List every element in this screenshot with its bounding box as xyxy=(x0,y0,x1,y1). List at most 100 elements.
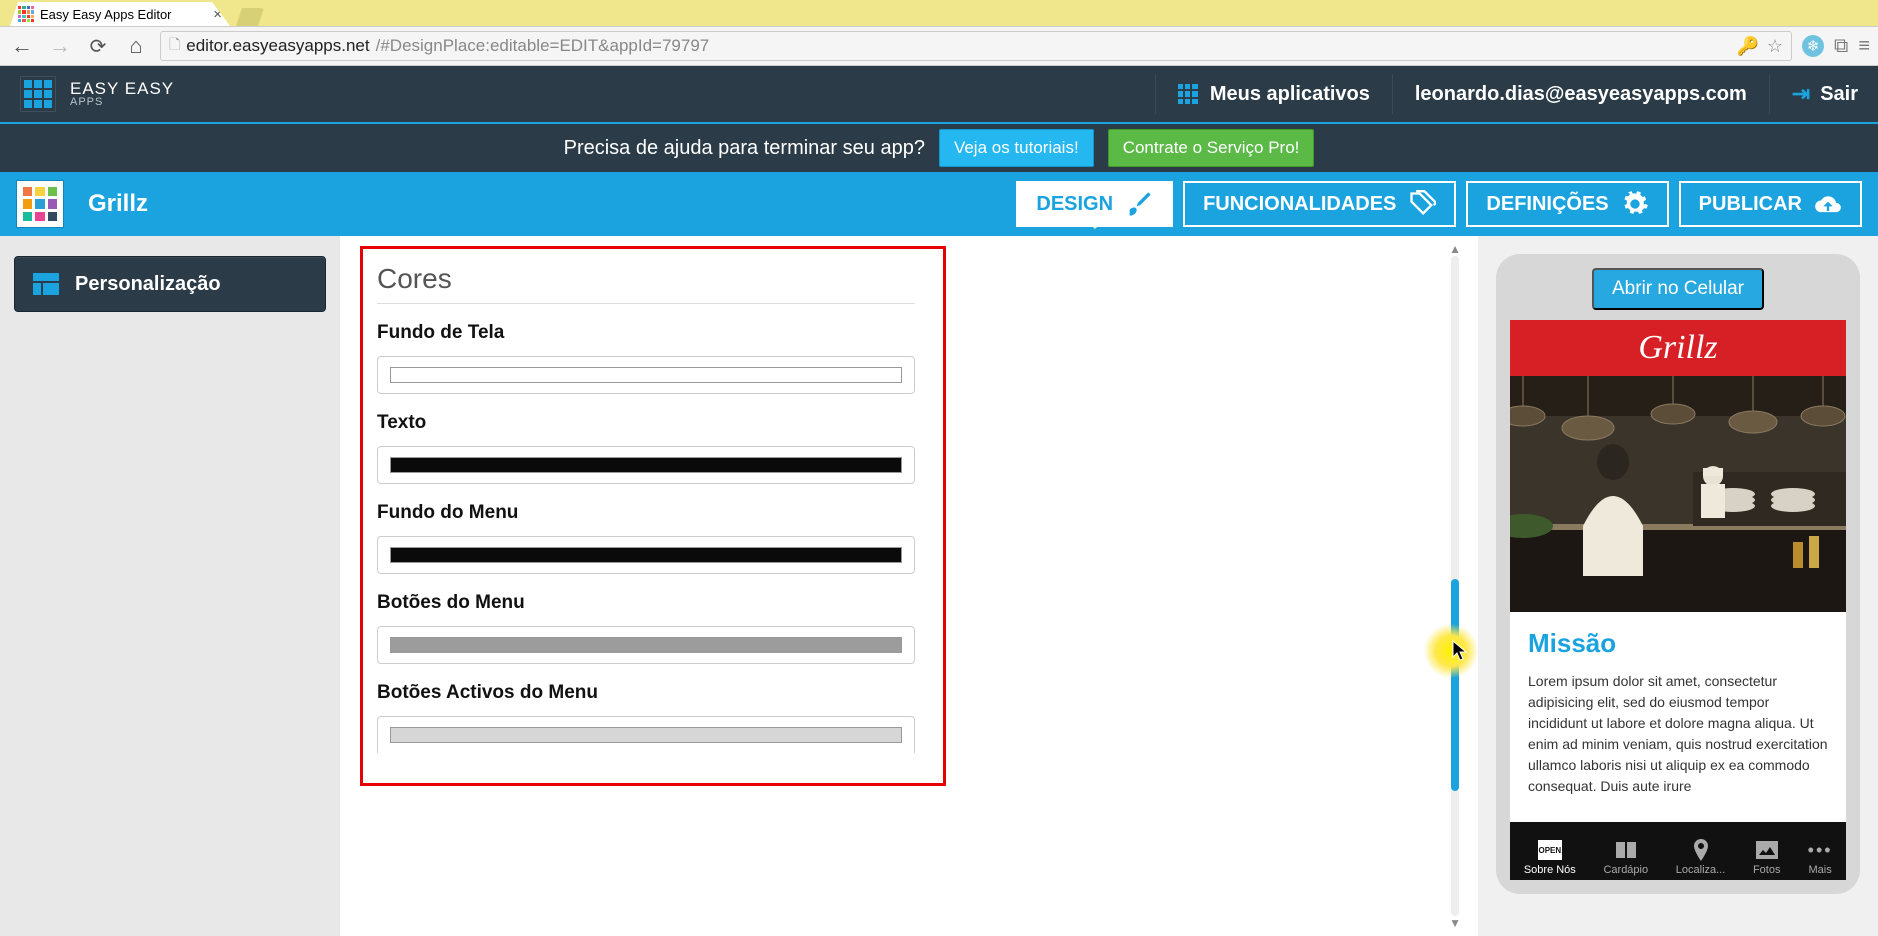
open-in-mobile-button[interactable]: Abrir no Celular xyxy=(1592,268,1764,310)
field-menu-btn-active: Botões Activos do Menu xyxy=(377,682,915,753)
preview-heading: Missão xyxy=(1528,628,1828,659)
logout-label: Sair xyxy=(1820,83,1858,106)
preview-brand-text: Grillz xyxy=(1638,329,1717,367)
preview-tab-about[interactable]: OPEN Sobre Nós xyxy=(1524,838,1576,876)
logo-text: EASY EASY APPS xyxy=(70,80,174,108)
sidebar-item-personalization[interactable]: Personalização xyxy=(14,256,326,312)
close-tab-icon[interactable]: × xyxy=(213,6,222,23)
phone-frame: Abrir no Celular Grillz xyxy=(1496,254,1860,894)
color-picker-bg[interactable] xyxy=(377,356,915,394)
pin-icon xyxy=(1689,838,1713,862)
preview-tab-menu[interactable]: Cardápio xyxy=(1603,838,1648,876)
scroll-thumb[interactable] xyxy=(1451,579,1459,790)
page-icon: 🗋 xyxy=(169,34,180,58)
app-header: EASY EASY APPS Meus aplicativos leonardo… xyxy=(0,66,1878,122)
preview-tab-location[interactable]: Localiza... xyxy=(1676,838,1726,876)
color-picker-menu-bg[interactable] xyxy=(377,536,915,574)
logout-link[interactable]: ⇥ Sair xyxy=(1792,81,1858,107)
apps-grid-icon xyxy=(1178,84,1198,104)
forward-icon: → xyxy=(46,33,74,59)
field-bg: Fundo de Tela xyxy=(377,322,915,394)
main-panel: Cores Fundo de Tela Texto Fundo do Menu … xyxy=(340,236,1478,936)
color-swatch xyxy=(390,547,902,563)
color-swatch xyxy=(390,637,902,653)
gear-icon xyxy=(1621,190,1649,218)
tab-publish[interactable]: PUBLICAR xyxy=(1679,181,1862,227)
tab-design[interactable]: DESIGN xyxy=(1016,181,1173,227)
field-label: Texto xyxy=(377,412,915,434)
tab-features[interactable]: FUNCIONALIDADES xyxy=(1183,181,1456,227)
tab-design-label: DESIGN xyxy=(1036,193,1113,216)
extension-icon[interactable]: ❄ xyxy=(1802,35,1824,57)
brush-icon xyxy=(1125,190,1153,218)
field-text: Texto xyxy=(377,412,915,484)
preview-brand-bar: Grillz xyxy=(1510,320,1846,376)
sidebar: Personalização xyxy=(0,236,340,936)
nav-indicator-icon xyxy=(1548,815,1562,829)
scrollbar[interactable]: ▲ ▼ xyxy=(1450,242,1460,930)
browser-tab-title: Easy Easy Apps Editor xyxy=(40,7,172,22)
preview-tab-more[interactable]: ••• Mais xyxy=(1808,838,1832,876)
section-nav: Grillz DESIGN FUNCIONALIDADES DEFINIÇÕES… xyxy=(0,172,1878,236)
preview-column: Abrir no Celular Grillz xyxy=(1478,236,1878,936)
preview-bottom-nav: OPEN Sobre Nós Cardápio Localiza... xyxy=(1510,822,1846,880)
color-swatch xyxy=(390,727,902,743)
section-title: Cores xyxy=(377,263,915,304)
cloud-upload-icon xyxy=(1814,190,1842,218)
field-menu-bg: Fundo do Menu xyxy=(377,502,915,574)
panel-icon[interactable]: ⧉ xyxy=(1834,35,1848,58)
browser-tab-strip: Easy Easy Apps Editor × xyxy=(0,0,1878,26)
tab-settings[interactable]: DEFINIÇÕES xyxy=(1466,181,1668,227)
scroll-down-icon[interactable]: ▼ xyxy=(1449,916,1461,930)
body: Personalização Cores Fundo de Tela Texto… xyxy=(0,236,1878,936)
bookmark-icon[interactable]: ☆ xyxy=(1767,36,1783,57)
scroll-rail[interactable] xyxy=(1451,256,1459,916)
key-icon[interactable]: 🔑 xyxy=(1736,36,1758,57)
sidebar-item-label: Personalização xyxy=(75,273,221,296)
phone-screen: Grillz xyxy=(1510,320,1846,880)
browser-tab[interactable]: Easy Easy Apps Editor × xyxy=(10,2,230,26)
app-name: Grillz xyxy=(88,190,148,218)
favicon-icon xyxy=(18,6,34,22)
field-label: Fundo do Menu xyxy=(377,502,915,524)
user-email[interactable]: leonardo.dias@easyeasyapps.com xyxy=(1415,83,1747,106)
tutorials-button[interactable]: Veja os tutoriais! xyxy=(939,129,1094,167)
back-icon[interactable]: ← xyxy=(8,33,36,59)
image-icon xyxy=(1755,838,1779,862)
more-icon: ••• xyxy=(1808,838,1832,862)
preview-tab-label: Cardápio xyxy=(1603,864,1648,876)
logo-icon xyxy=(20,76,56,112)
url-hash: /#DesignPlace:editable=EDIT&appId=79797 xyxy=(376,36,710,56)
address-bar[interactable]: 🗋 editor.easyeasyapps.net/#DesignPlace:e… xyxy=(160,31,1792,61)
layout-icon xyxy=(33,273,59,295)
field-label: Botões Activos do Menu xyxy=(377,682,915,704)
reload-icon[interactable]: ⟳ xyxy=(84,34,112,59)
color-picker-menu-btn[interactable] xyxy=(377,626,915,664)
home-icon[interactable]: ⌂ xyxy=(122,33,150,59)
highlight-box: Cores Fundo de Tela Texto Fundo do Menu … xyxy=(360,246,946,786)
preview-tab-photos[interactable]: Fotos xyxy=(1753,838,1781,876)
my-apps-link[interactable]: Meus aplicativos xyxy=(1178,83,1370,106)
pro-service-button[interactable]: Contrate o Serviço Pro! xyxy=(1108,129,1315,167)
menu-icon[interactable]: ≡ xyxy=(1858,35,1870,58)
browser-toolbar: ← → ⟳ ⌂ 🗋 editor.easyeasyapps.net/#Desig… xyxy=(0,26,1878,66)
preview-content: Missão Lorem ipsum dolor sit amet, conse… xyxy=(1510,612,1846,822)
my-apps-label: Meus aplicativos xyxy=(1210,83,1370,106)
preview-hero-image xyxy=(1510,376,1846,612)
book-icon xyxy=(1614,838,1638,862)
color-picker-text[interactable] xyxy=(377,446,915,484)
field-label: Botões do Menu xyxy=(377,592,915,614)
field-menu-btn: Botões do Menu xyxy=(377,592,915,664)
preview-body-text: Lorem ipsum dolor sit amet, consectetur … xyxy=(1528,671,1828,797)
tab-publish-label: PUBLICAR xyxy=(1699,193,1802,216)
help-question: Precisa de ajuda para terminar seu app? xyxy=(564,137,925,160)
help-banner: Precisa de ajuda para terminar seu app? … xyxy=(0,122,1878,172)
preview-tab-label: Sobre Nós xyxy=(1524,864,1576,876)
color-picker-menu-btn-active[interactable] xyxy=(377,716,915,753)
field-label: Fundo de Tela xyxy=(377,322,915,344)
scroll-up-icon[interactable]: ▲ xyxy=(1449,242,1461,256)
tab-features-label: FUNCIONALIDADES xyxy=(1203,193,1396,216)
open-sign-icon: OPEN xyxy=(1538,838,1562,862)
app-icon xyxy=(16,180,64,228)
new-tab-button[interactable] xyxy=(236,8,264,26)
